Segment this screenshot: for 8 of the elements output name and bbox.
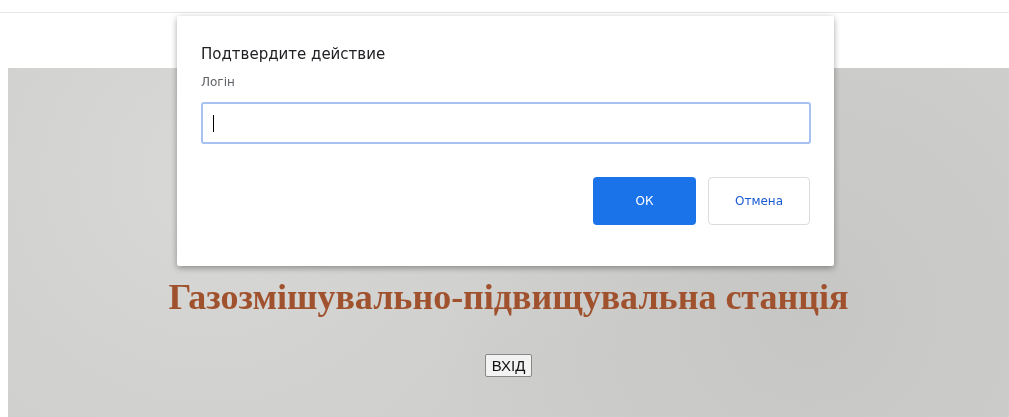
- ok-button[interactable]: ОК: [593, 177, 696, 225]
- field-label: Логін: [201, 75, 235, 89]
- cancel-button[interactable]: Отмена: [708, 177, 810, 225]
- dialog-title: Подтвердите действие: [201, 45, 386, 63]
- text-cursor-icon: [213, 114, 214, 132]
- page-title: Газозмішувально-підвищувальна станція: [168, 276, 849, 318]
- login-input-field[interactable]: [201, 102, 811, 144]
- login-button[interactable]: ВХІД: [484, 354, 533, 377]
